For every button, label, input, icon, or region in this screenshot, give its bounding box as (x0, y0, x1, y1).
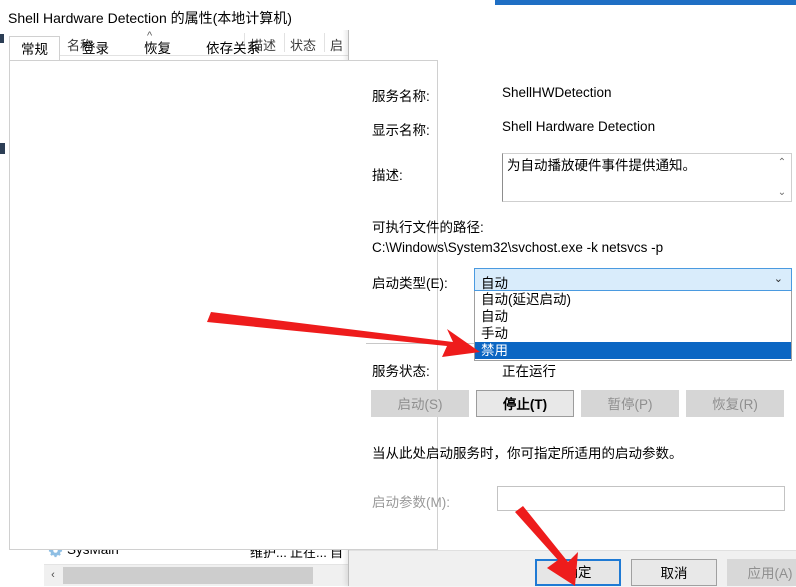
startup-type-label: 启动类型(E): (372, 276, 448, 291)
startup-option[interactable]: 自动(延迟启动) (475, 291, 791, 308)
scroll-down-icon[interactable]: ⌄ (775, 187, 789, 198)
dialog-title: Shell Hardware Detection 的属性(本地计算机) (8, 10, 292, 26)
tabstrip-underline (9, 60, 438, 61)
display-name-value: Shell Hardware Detection (502, 119, 656, 134)
pause-service-button: 暂停(P) (581, 390, 679, 417)
scroll-left-icon[interactable]: ‹ (44, 565, 62, 586)
console-left-mark-lower (0, 143, 5, 154)
startup-option[interactable]: 自动 (475, 308, 791, 325)
description-label: 描述: (372, 168, 403, 183)
tab-dependencies[interactable]: 依存关系 (195, 36, 271, 61)
startup-option[interactable]: 禁用 (475, 342, 791, 359)
startup-type-selected-value: 自动 (481, 276, 508, 291)
console-left-mark-upper (0, 34, 4, 43)
dialog-tabstrip[interactable]: 常规 登录 恢复 依存关系 (9, 36, 438, 61)
resume-service-button: 恢复(R) (686, 390, 784, 417)
start-service-button: 启动(S) (371, 390, 469, 417)
service-status-label: 服务状态: (372, 364, 430, 379)
executable-path-value: C:\Windows\System32\svchost.exe -k netsv… (372, 240, 664, 255)
service-name-value: ShellHWDetection (502, 85, 612, 100)
startup-option[interactable]: 手动 (475, 325, 791, 342)
chevron-down-icon: ⌄ (773, 273, 783, 285)
tab-general[interactable]: 常规 (9, 36, 60, 61)
executable-path-label: 可执行文件的路径: (372, 220, 484, 235)
description-textbox[interactable]: 为自动播放硬件事件提供通知。 ⌃ ⌄ (502, 153, 792, 202)
display-name-label: 显示名称: (372, 123, 430, 138)
dialog-titlebar: Shell Hardware Detection 的属性(本地计算机) (0, 0, 447, 30)
startup-params-label: 启动参数(M): (372, 495, 450, 510)
tab-logon[interactable]: 登录 (71, 36, 120, 61)
startup-params-input[interactable] (497, 486, 785, 511)
service-name-label: 服务名称: (372, 89, 430, 104)
window-accent-bar (495, 0, 796, 5)
stop-service-button[interactable]: 停止(T) (476, 390, 574, 417)
startup-type-combobox[interactable]: 自动 ⌄ (474, 268, 792, 291)
description-text: 为自动播放硬件事件提供通知。 (507, 158, 696, 173)
startup-type-dropdown-list[interactable]: 自动(延迟启动) 自动 手动 禁用 (474, 291, 792, 361)
horizontal-scrollbar-thumb[interactable] (63, 567, 313, 584)
apply-button: 应用(A) (727, 559, 796, 586)
ok-button[interactable]: 确定 (535, 559, 621, 586)
service-status-value: 正在运行 (502, 364, 556, 379)
cancel-button[interactable]: 取消 (631, 559, 717, 586)
startup-params-hint: 当从此处启动服务时，你可指定所适用的启动参数。 (372, 446, 683, 461)
scroll-up-icon[interactable]: ⌃ (775, 157, 789, 168)
tab-recovery[interactable]: 恢复 (133, 36, 182, 61)
